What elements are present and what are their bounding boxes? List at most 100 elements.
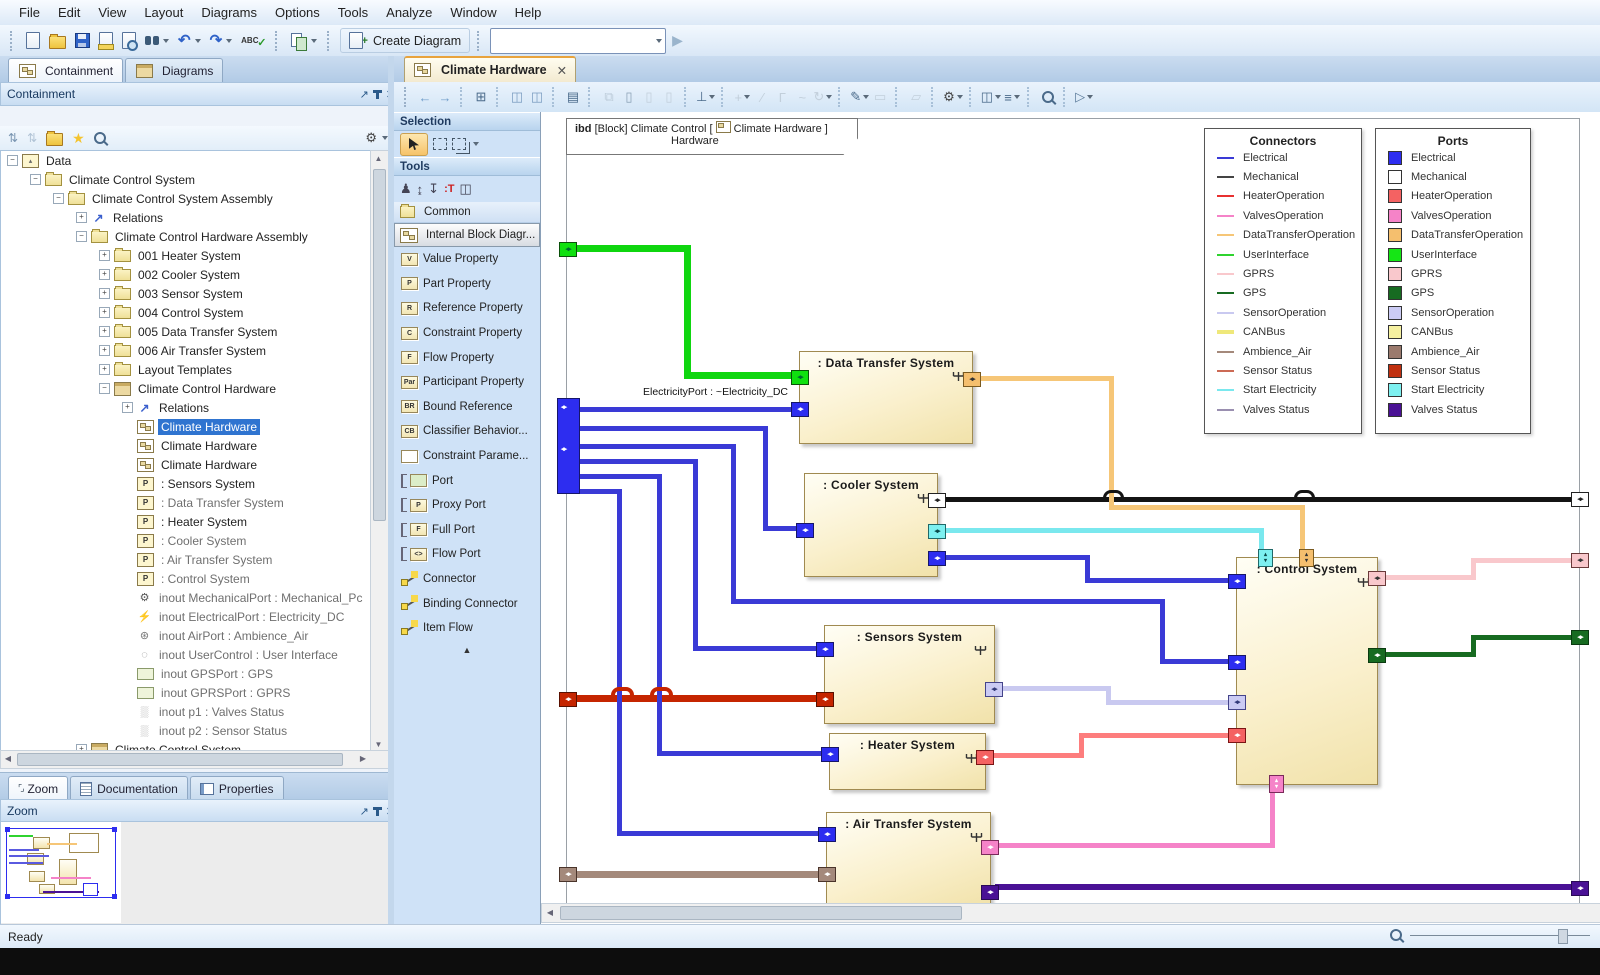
tree-item-layout-templates[interactable]: +Layout Templates xyxy=(1,360,371,379)
frame-port-gps[interactable]: ◂▸ xyxy=(1571,630,1589,645)
diagram-canvas[interactable]: ibd [Block] Climate Control [ Climate Ha… xyxy=(540,112,1600,924)
tree-item-inout-p1-valves-status[interactable]: inout p1 : Valves Status xyxy=(1,702,371,721)
palette-item-flow-port[interactable]: <>Flow Port xyxy=(394,542,540,567)
tree-vscrollbar[interactable]: ▲ ▼ xyxy=(370,150,389,752)
port-cooler-system-cyan[interactable]: ◂▸ xyxy=(928,524,946,539)
export-image-icon[interactable]: ▤ xyxy=(564,86,582,108)
tab-climate-hardware[interactable]: Climate Hardware ✕ xyxy=(404,56,576,82)
tree-item-004-control-system[interactable]: +004 Control System xyxy=(1,303,371,322)
block-control-system[interactable]: : Control System xyxy=(1236,557,1378,785)
gps-connector[interactable] xyxy=(1471,635,1575,640)
palette-item-full-port[interactable]: FFull Port xyxy=(394,518,540,543)
port-sensors-system-lav[interactable]: ◂▸ xyxy=(985,682,1003,697)
search-icon[interactable] xyxy=(94,132,106,144)
electrical-3[interactable] xyxy=(1160,599,1165,664)
tree-item-climate-control-hardware-assembly[interactable]: −Climate Control Hardware Assembly xyxy=(1,227,371,246)
open-in-tree-icon[interactable] xyxy=(46,133,63,146)
back-icon[interactable]: ← xyxy=(416,86,434,108)
pin-icon[interactable] xyxy=(376,90,379,99)
electrical-5[interactable] xyxy=(578,474,662,479)
block-data-transfer-system[interactable]: : Data Transfer System xyxy=(799,351,973,444)
palette-scroll-up-icon[interactable]: ▲ xyxy=(394,641,540,659)
palette-item-reference-property[interactable]: RReference Property xyxy=(394,296,540,321)
electrical-4[interactable] xyxy=(578,459,698,464)
block-cooler-system[interactable]: : Cooler System xyxy=(804,473,938,577)
related-diagrams-icon[interactable]: ◫ xyxy=(508,86,526,108)
palette-item-value-property[interactable]: VValue Property xyxy=(394,247,540,272)
electrical-3[interactable] xyxy=(578,444,736,449)
canvas-hscrollbar[interactable]: ◀ xyxy=(541,903,1600,923)
gprs-connector[interactable] xyxy=(1471,558,1575,563)
float-icon[interactable]: ↗ xyxy=(360,88,369,101)
userinterface-connector[interactable] xyxy=(684,245,691,379)
float-icon[interactable]: ↗ xyxy=(360,805,369,818)
tree-item-006-air-transfer-system[interactable]: +006 Air Transfer System xyxy=(1,341,371,360)
tree-settings-button[interactable]: ⚙ xyxy=(365,130,388,146)
sensoroperation-connector[interactable] xyxy=(1106,700,1238,705)
port-data-transfer-system-green[interactable]: ◂▸ xyxy=(791,370,809,385)
port-air-transfer-system-blue[interactable]: ◂▸ xyxy=(818,827,836,842)
menu-help[interactable]: Help xyxy=(506,2,551,23)
zoom-control[interactable] xyxy=(1390,929,1590,941)
tree-item--cooler-system[interactable]: : Cooler System xyxy=(1,531,371,550)
favorites-icon[interactable]: ★ xyxy=(72,130,85,147)
expander-icon[interactable]: − xyxy=(99,383,110,394)
port-cooler-system-blue[interactable]: ◂▸ xyxy=(928,551,946,566)
port-sensors-system-dred[interactable]: ◂▸ xyxy=(816,692,834,707)
gprs-connector[interactable] xyxy=(1380,575,1476,580)
tree-item-climate-hardware[interactable]: Climate Hardware xyxy=(1,455,371,474)
tree-item-climate-control-hardware[interactable]: −Climate Control Hardware xyxy=(1,379,371,398)
palette-item-classifier-behavior-[interactable]: CBClassifier Behavior... xyxy=(394,419,540,444)
expand-icon[interactable]: ⇅ xyxy=(27,131,37,145)
electrical-6[interactable] xyxy=(578,489,622,494)
stamp-tool-icon[interactable]: ♟ xyxy=(400,181,412,197)
layout-tool-icon[interactable]: ◫ xyxy=(459,181,471,197)
swimlane-icon[interactable]: ▱ xyxy=(907,86,925,108)
tree-item-inout-usercontrol-user-interface[interactable]: inout UserControl : User Interface xyxy=(1,645,371,664)
port-control-system-pink[interactable]: ▴▾ xyxy=(1269,775,1284,793)
tree-item-data[interactable]: −Data xyxy=(1,151,371,170)
tab-diagrams[interactable]: Diagrams xyxy=(125,58,223,82)
oblique-icon[interactable]: ~ xyxy=(793,86,811,108)
electrical-2[interactable] xyxy=(763,426,768,531)
mechanical-connector[interactable] xyxy=(942,497,1573,502)
tree-item-inout-electricalport-electricity-dc[interactable]: inout ElectricalPort : Electricity_DC xyxy=(1,607,371,626)
tree-item-climate-control-system-assembly[interactable]: −Climate Control System Assembly xyxy=(1,189,371,208)
valvesoperation-connector[interactable] xyxy=(997,843,1275,848)
save-icon[interactable] xyxy=(72,31,93,50)
shape-icon[interactable]: ▭ xyxy=(871,86,889,108)
sensoroperation-connector[interactable] xyxy=(1001,686,1111,691)
expander-icon[interactable]: + xyxy=(99,288,110,299)
delete-model-icon[interactable]: ▯ xyxy=(660,86,678,108)
frame-port-electrical[interactable]: ◂▸◂▸ xyxy=(557,398,580,494)
port-control-system-orange[interactable]: ▴▾ xyxy=(1299,549,1314,567)
port-heater-system-blue[interactable]: ◂▸ xyxy=(821,747,839,762)
electrical-3[interactable] xyxy=(1160,659,1238,664)
palette-item-flow-property[interactable]: FFlow Property xyxy=(394,345,540,370)
insert-shape-icon[interactable]: + xyxy=(733,86,751,108)
electrical-3[interactable] xyxy=(731,444,736,604)
expander-icon[interactable]: + xyxy=(122,402,133,413)
copy-icon[interactable]: ⧉ xyxy=(600,86,618,108)
window-layout-icon[interactable]: ◫ xyxy=(981,86,1001,108)
palette-item-binding-connector[interactable]: Binding Connector xyxy=(394,591,540,616)
tree-item-002-cooler-system[interactable]: +002 Cooler System xyxy=(1,265,371,284)
block-heater-system[interactable]: : Heater System xyxy=(829,733,986,790)
port-data-transfer-system-blue[interactable]: ◂▸ xyxy=(791,402,809,417)
expander-icon[interactable]: − xyxy=(53,193,64,204)
heateroperation-connector[interactable] xyxy=(1079,733,1238,738)
port-control-system-gps[interactable]: ◂▸ xyxy=(1368,648,1386,663)
port-sensors-system-blue[interactable]: ◂▸ xyxy=(816,642,834,657)
port-control-system-red[interactable]: ◂▸ xyxy=(1228,728,1246,743)
expander-icon[interactable]: + xyxy=(99,250,110,261)
menu-view[interactable]: View xyxy=(89,2,135,23)
expander-icon[interactable]: + xyxy=(76,212,87,223)
vertical-shrink-icon[interactable]: ↧ xyxy=(428,181,439,197)
tree-item-climate-hardware[interactable]: Climate Hardware xyxy=(1,417,371,436)
tab-zoom[interactable]: ⌜⌟Zoom xyxy=(8,776,68,800)
list-options-icon[interactable]: ≡ xyxy=(1003,86,1021,108)
port-control-system-cyan[interactable]: ▴▾ xyxy=(1258,549,1273,567)
frame-port-airport[interactable]: ◂▸ xyxy=(559,867,577,882)
expander-icon[interactable]: + xyxy=(99,364,110,375)
electrical-3[interactable] xyxy=(731,599,1165,604)
